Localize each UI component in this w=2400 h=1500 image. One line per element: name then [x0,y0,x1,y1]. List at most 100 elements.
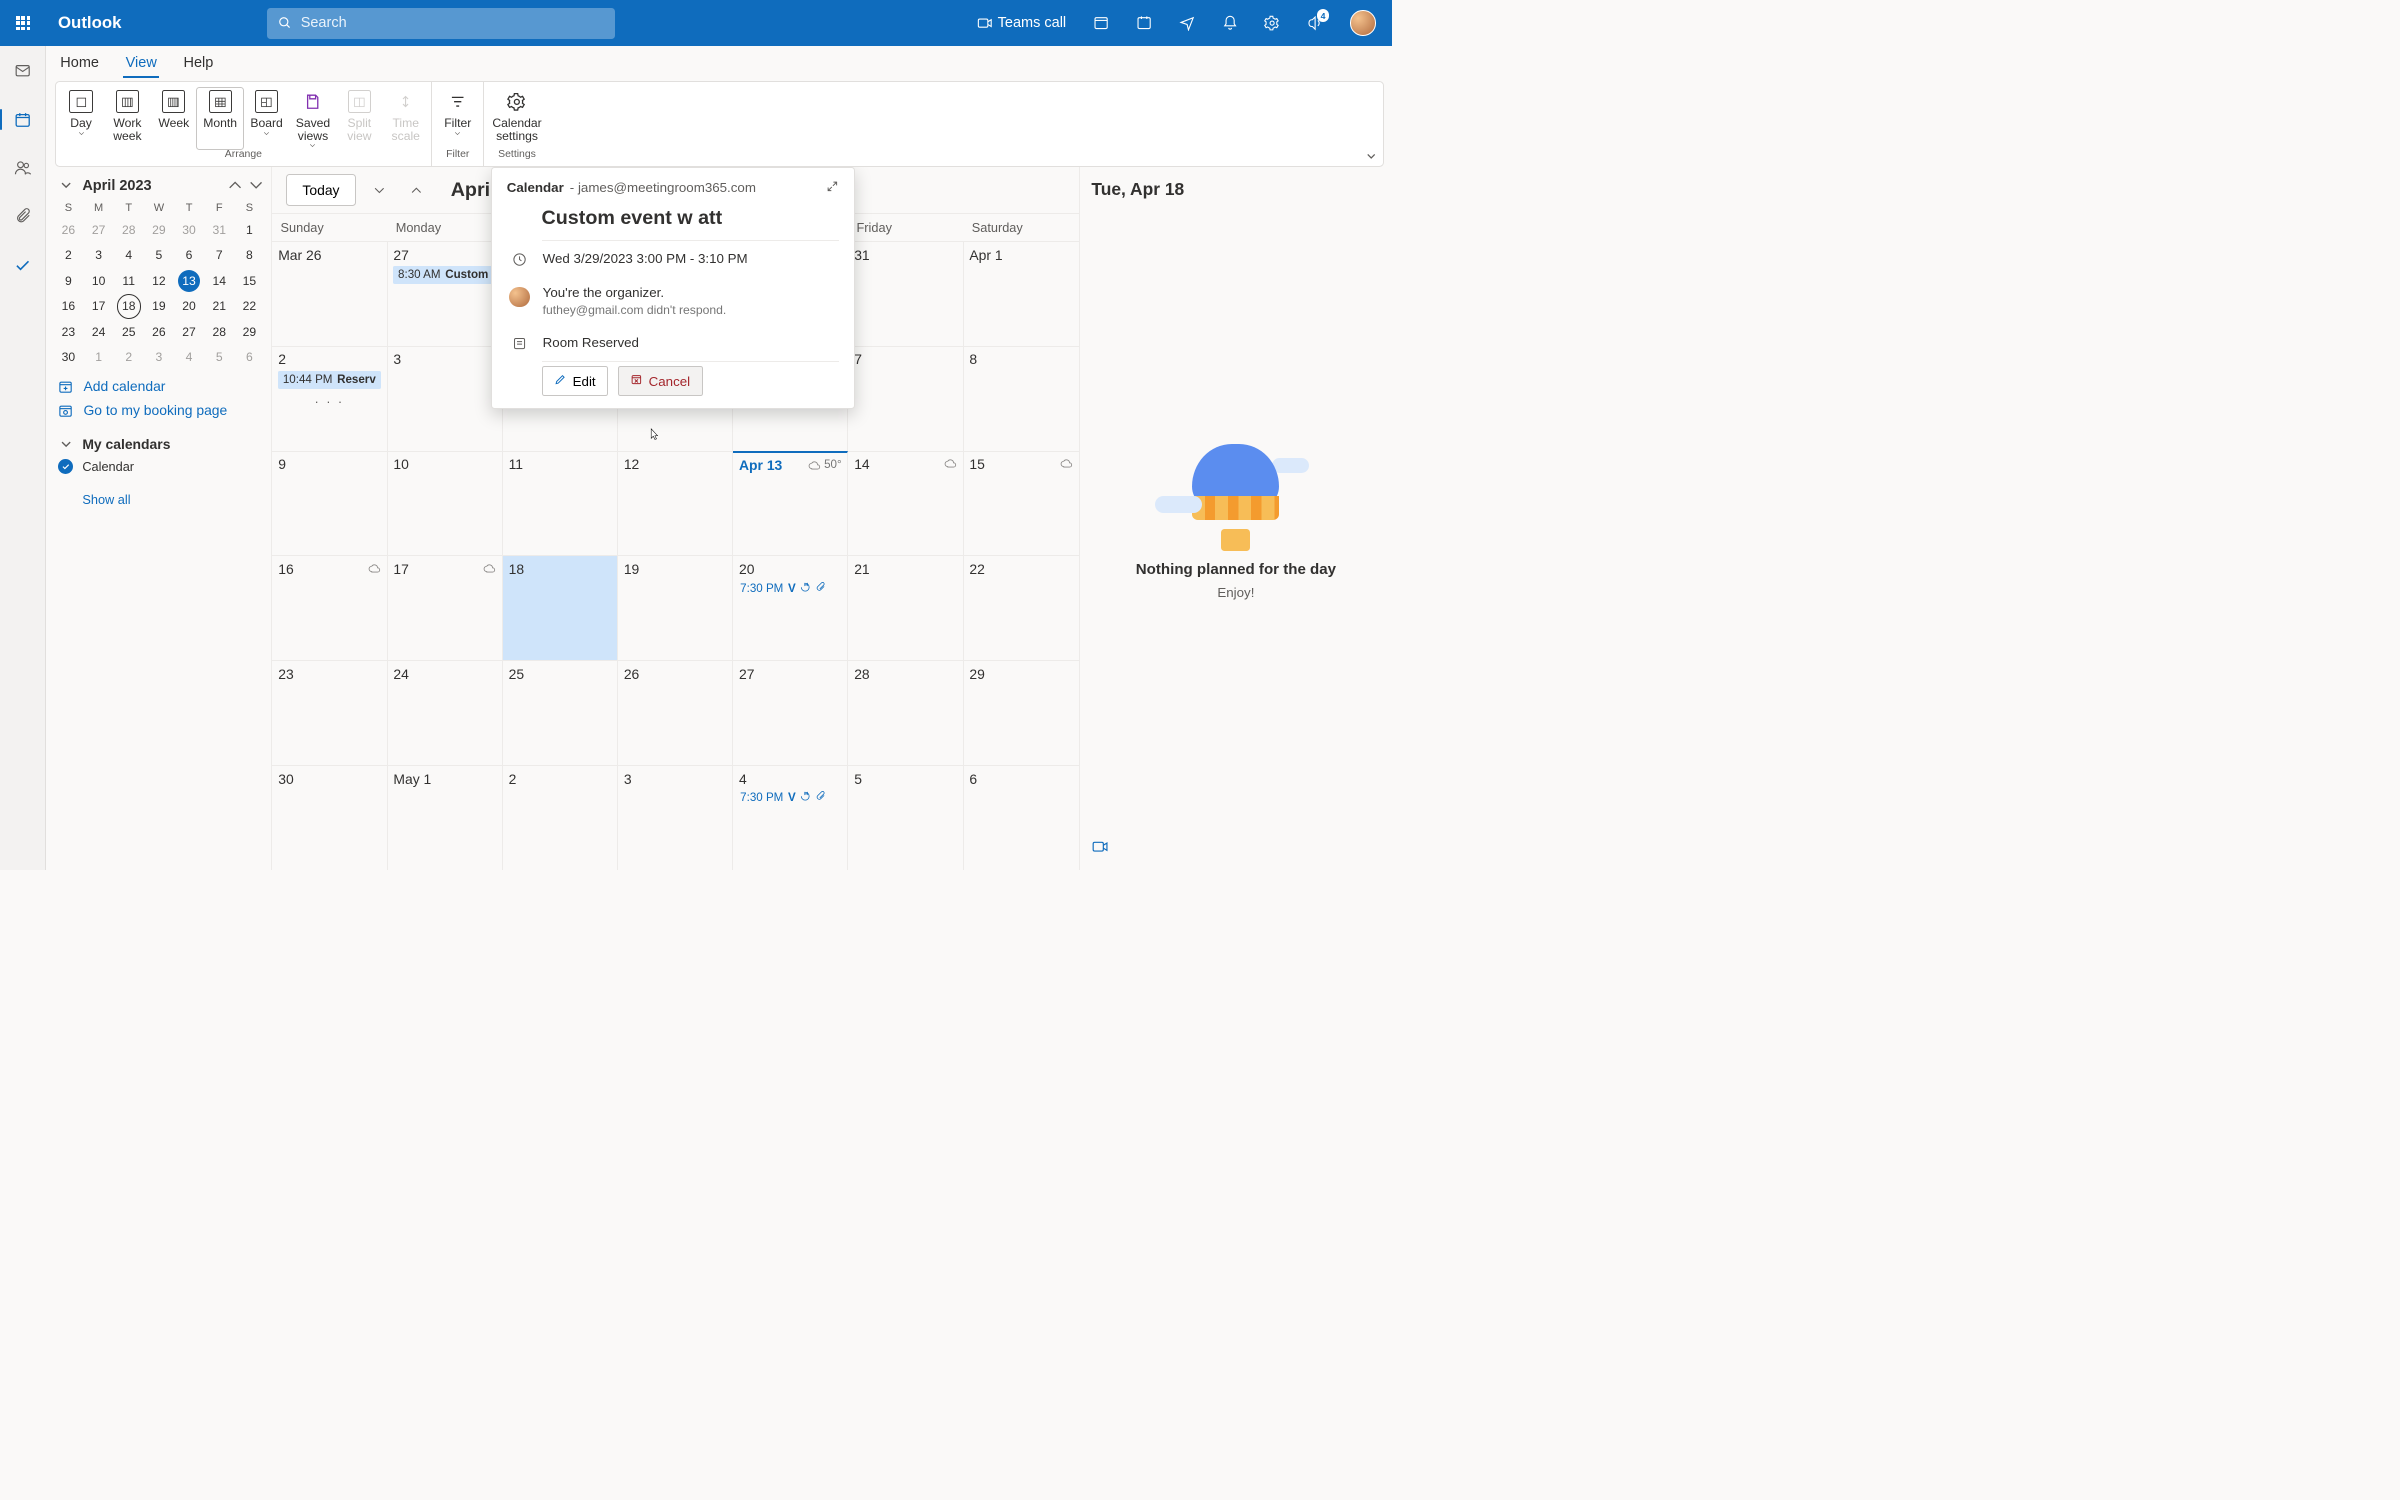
day-cell[interactable]: 15 [964,451,1079,556]
day-cell[interactable]: Apr 1 [964,241,1079,346]
mini-day[interactable]: 24 [88,321,110,343]
rail-files-icon[interactable] [10,204,36,230]
mini-day[interactable]: 26 [57,219,79,241]
my-calendars-header[interactable]: My calendars [58,436,265,452]
calendar-event[interactable]: 8:30 AM Custom [393,266,496,284]
meet-now-icon[interactable] [1093,15,1109,31]
day-cell[interactable]: Mar 26 [272,241,387,346]
mini-day[interactable]: 29 [148,219,170,241]
calendar-settings-button[interactable]: Calendar settings [487,88,548,143]
rail-mail-icon[interactable] [10,58,36,84]
mini-day[interactable]: 31 [208,219,230,241]
day-cell[interactable]: 6 [964,765,1079,870]
mini-day[interactable]: 2 [118,346,140,368]
day-cell[interactable]: 30 [272,765,387,870]
day-cell[interactable]: 21 [848,555,963,660]
mini-day[interactable]: 15 [238,270,260,292]
mini-day[interactable]: 29 [238,321,260,343]
mini-day[interactable]: 25 [118,321,140,343]
mini-day[interactable]: 27 [178,321,200,343]
mini-next-icon[interactable] [248,177,264,193]
mini-day[interactable]: 3 [88,244,110,266]
mini-day[interactable]: 5 [208,346,230,368]
mini-day[interactable]: 6 [238,346,260,368]
day-cell[interactable]: 5 [848,765,963,870]
filter-button[interactable]: Filter [435,88,481,137]
day-cell[interactable]: 7 [848,346,963,451]
booking-page-link[interactable]: Go to my booking page [58,402,265,418]
mini-day[interactable]: 22 [238,295,260,317]
mini-day[interactable]: 19 [148,295,170,317]
rail-todo-icon[interactable] [10,253,36,279]
day-cell[interactable]: 210:44 PM Reserv. . . [272,346,387,451]
mini-day[interactable]: 2 [57,244,79,266]
mini-day[interactable]: 11 [118,270,140,292]
notifications-icon[interactable] [1222,15,1238,31]
mini-day[interactable]: 28 [118,219,140,241]
mini-day[interactable]: 28 [208,321,230,343]
edit-button[interactable]: Edit [542,366,609,395]
calendar-event[interactable]: 7:30 PM V [739,790,842,805]
mini-day[interactable]: 18 [118,295,140,317]
day-cell[interactable]: 11 [503,451,618,556]
my-day-icon[interactable] [1136,15,1152,31]
day-cell[interactable]: 28 [848,660,963,765]
more-events-icon[interactable]: . . . [278,391,381,406]
day-cell[interactable]: 2 [503,765,618,870]
day-cell[interactable]: 29 [964,660,1079,765]
app-launcher-button[interactable] [6,16,41,30]
prev-month-icon[interactable] [366,177,393,204]
mini-day[interactable]: 27 [88,219,110,241]
calendar-event[interactable]: 10:44 PM Reserv [278,371,381,389]
day-cell[interactable]: 26 [618,660,733,765]
view-work-week-button[interactable]: Work week [104,88,150,149]
mini-day[interactable]: 1 [88,346,110,368]
calendar-checkbox[interactable]: Calendar [58,459,265,474]
show-all-link[interactable]: Show all [82,492,264,507]
add-calendar-link[interactable]: Add calendar [58,378,265,394]
tab-help[interactable]: Help [181,50,215,77]
view-board-button[interactable]: Board [243,88,289,149]
view-day-button[interactable]: Day [58,88,104,149]
mini-day[interactable]: 4 [178,346,200,368]
mini-day[interactable]: 5 [148,244,170,266]
mini-day[interactable]: 17 [88,295,110,317]
day-cell[interactable]: 3 [388,346,503,451]
day-cell[interactable]: May 1 [388,765,503,870]
day-cell[interactable]: 18 [503,555,618,660]
today-button[interactable]: Today [286,174,355,206]
mini-day[interactable]: 21 [208,295,230,317]
mini-day[interactable]: 14 [208,270,230,292]
day-cell[interactable]: 16 [272,555,387,660]
day-cell[interactable]: 278:30 AM Custom [388,241,503,346]
mini-day[interactable]: 3 [148,346,170,368]
day-cell[interactable]: 31 [848,241,963,346]
day-cell[interactable]: 22 [964,555,1079,660]
day-cell[interactable]: 23 [272,660,387,765]
day-cell[interactable]: 3 [618,765,733,870]
rail-people-icon[interactable] [10,155,36,181]
search-input[interactable]: Search [267,8,615,39]
rail-calendar-icon[interactable] [10,107,36,133]
day-cell[interactable]: 27 [733,660,848,765]
mini-day[interactable]: 23 [57,321,79,343]
mini-day[interactable]: 6 [178,244,200,266]
account-avatar[interactable] [1350,10,1376,36]
day-cell[interactable]: 14 [848,451,963,556]
day-cell[interactable]: 8 [964,346,1079,451]
ribbon-collapse-icon[interactable] [1366,82,1383,166]
day-cell[interactable]: 207:30 PM V [733,555,848,660]
tab-home[interactable]: Home [58,50,101,77]
mini-calendar[interactable]: SMTWTFS262728293031123456789101112131415… [53,198,264,370]
day-cell[interactable]: 47:30 PM V [733,765,848,870]
cancel-button[interactable]: Cancel [618,366,703,395]
mini-day[interactable]: 16 [57,295,79,317]
mini-day[interactable]: 26 [148,321,170,343]
day-cell[interactable]: 17 [388,555,503,660]
mini-day[interactable]: 10 [88,270,110,292]
day-cell[interactable]: 25 [503,660,618,765]
tips-icon[interactable] [1179,15,1195,31]
mini-day[interactable]: 30 [57,346,79,368]
teams-call-button[interactable]: Teams call [977,15,1066,31]
day-cell[interactable]: 24 [388,660,503,765]
